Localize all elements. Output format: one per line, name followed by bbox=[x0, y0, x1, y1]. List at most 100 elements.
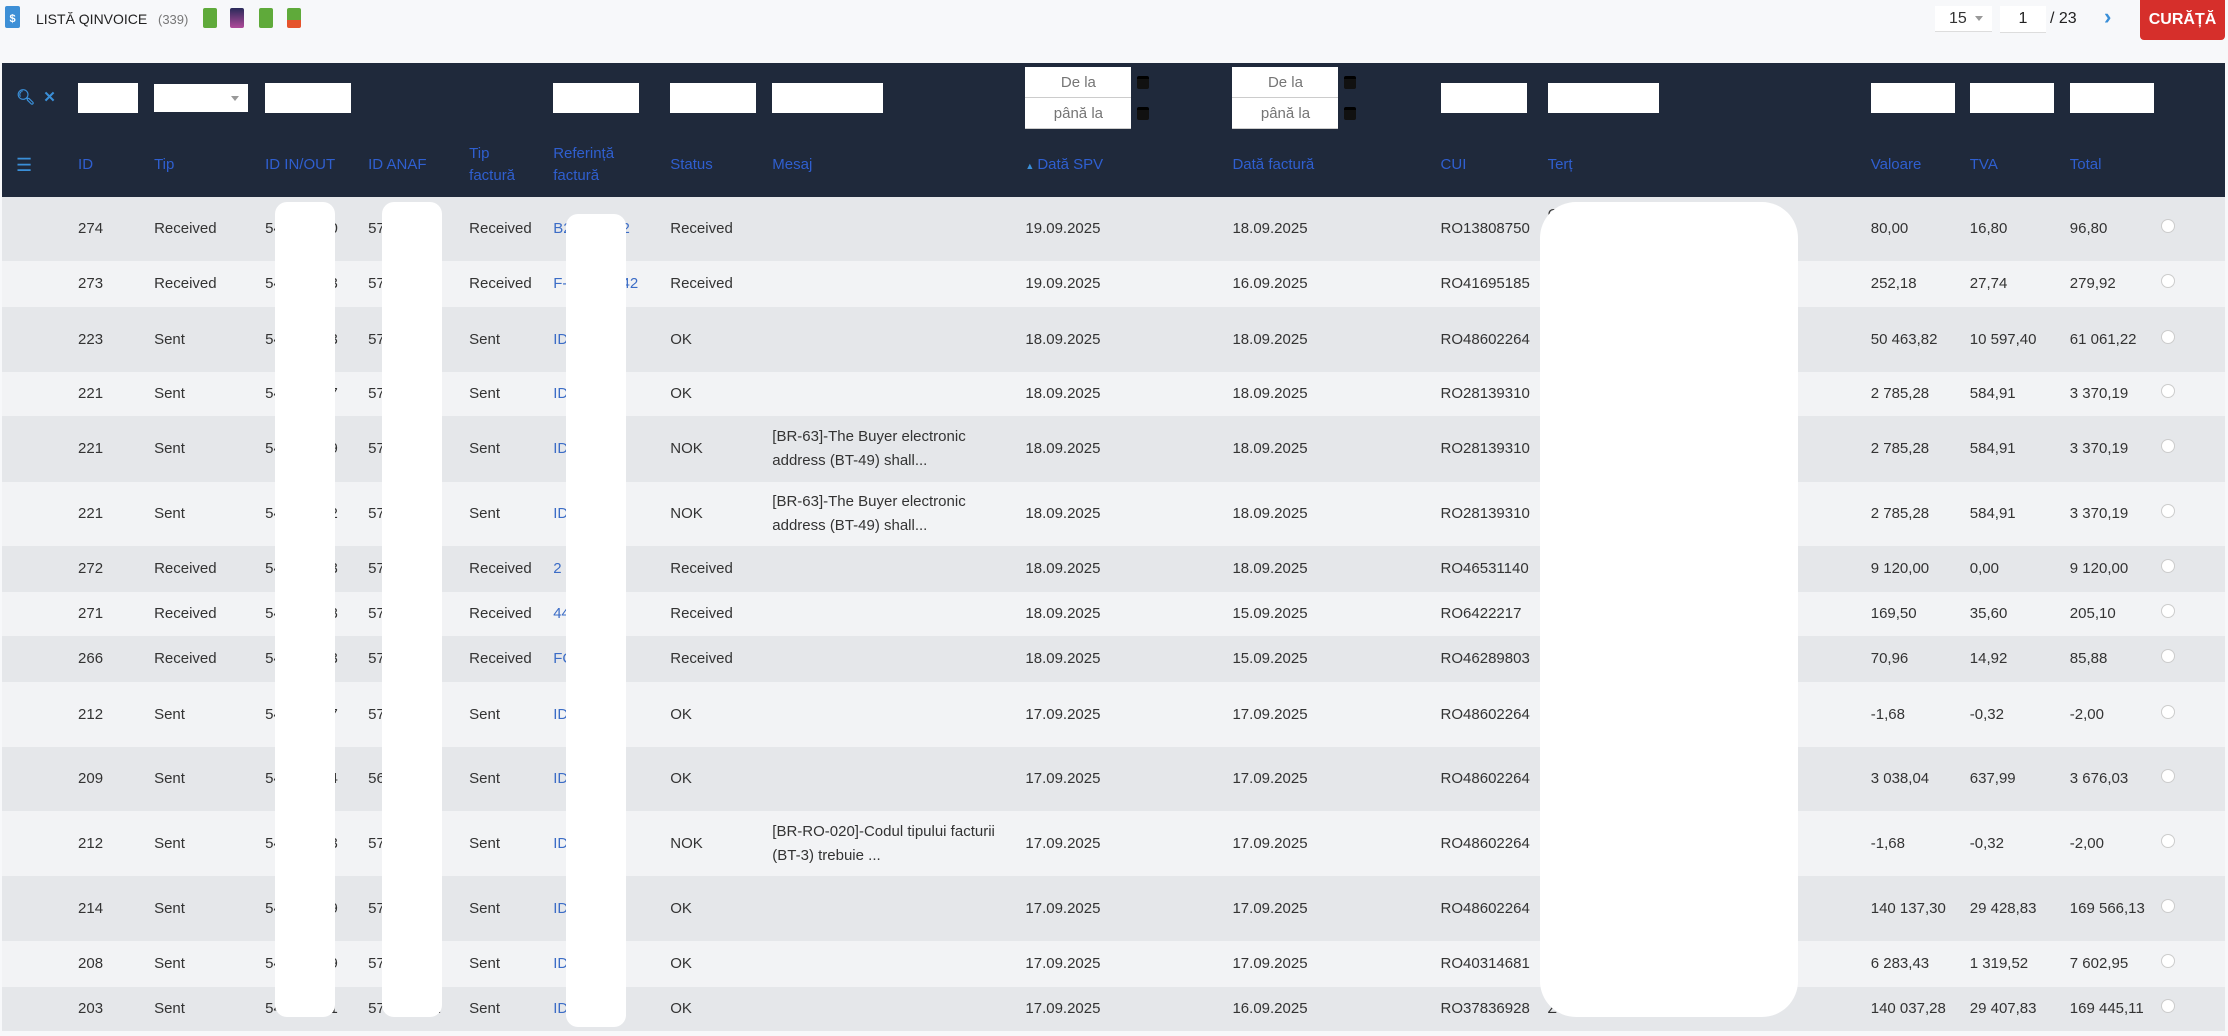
row-select-radio[interactable] bbox=[2160, 769, 2175, 783]
row-select-radio[interactable] bbox=[2160, 274, 2175, 288]
total-filter-input[interactable] bbox=[2069, 83, 2154, 113]
row-select-radio[interactable] bbox=[2160, 954, 2175, 968]
col-tert[interactable]: Terț bbox=[1548, 133, 1871, 197]
calendar-icon[interactable] bbox=[1344, 107, 1357, 120]
table-row[interactable]: 214Sent54895721SentIDOK17.09.202517.09.2… bbox=[2, 876, 2225, 941]
table-row[interactable]: 274Received5470578ReceivedB232Received19… bbox=[2, 197, 2225, 261]
row-data-spv: 18.09.2025 bbox=[1025, 505, 1101, 522]
row-tva: 0,00 bbox=[1969, 560, 1999, 577]
page-number-input[interactable] bbox=[2000, 6, 2046, 33]
valoare-filter-input[interactable] bbox=[1870, 83, 1955, 113]
calendar-icon[interactable] bbox=[1137, 76, 1150, 89]
cui-filter-input[interactable] bbox=[1440, 83, 1527, 113]
row-tip-factura: Received bbox=[469, 560, 532, 577]
spv-date-filter bbox=[1025, 67, 1150, 129]
row-select-radio[interactable] bbox=[2160, 439, 2175, 453]
row-cui: RO48602264 bbox=[1440, 705, 1530, 723]
invoice-date-from-input[interactable] bbox=[1232, 67, 1339, 98]
table-row[interactable]: 221Sent54725770SentIDNOK[BR-63]-The Buye… bbox=[2, 482, 2225, 546]
col-valoare[interactable]: Valoare bbox=[1871, 133, 1970, 197]
col-data-factura[interactable]: Dată factură bbox=[1232, 133, 1440, 197]
row-tip-factura: Received bbox=[469, 275, 532, 292]
csv-download-icon[interactable] bbox=[203, 8, 217, 28]
row-message bbox=[772, 636, 1025, 682]
row-data-spv: 17.09.2025 bbox=[1025, 955, 1101, 972]
row-cui: RO48602264 bbox=[1440, 834, 1530, 852]
table-row[interactable]: 212Sent54975705SentIDOK17.09.202517.09.2… bbox=[2, 682, 2225, 747]
col-id-anaf[interactable]: ID ANAF bbox=[368, 133, 469, 197]
row-message bbox=[772, 876, 1025, 941]
row-select-radio[interactable] bbox=[2160, 999, 2175, 1013]
column-chooser-list-icon[interactable]: ☰ bbox=[2, 133, 78, 197]
row-select-radio[interactable] bbox=[2160, 604, 2175, 618]
tip-filter-select[interactable] bbox=[154, 84, 249, 112]
row-tip: Sent bbox=[154, 1000, 185, 1017]
col-tva[interactable]: TVA bbox=[1970, 133, 2070, 197]
redaction-box bbox=[275, 202, 335, 1017]
row-valoare: 2 785,28 bbox=[1870, 505, 1930, 522]
calendar-icon[interactable] bbox=[1137, 107, 1150, 120]
row-tva: 29 428,83 bbox=[1969, 899, 2037, 917]
tva-filter-input[interactable] bbox=[1969, 83, 2054, 113]
row-select-radio[interactable] bbox=[2160, 833, 2175, 848]
col-status[interactable]: Status bbox=[670, 133, 772, 197]
reference-filter-input[interactable] bbox=[553, 83, 640, 113]
col-mesaj[interactable]: Mesaj bbox=[772, 133, 1025, 197]
table-row[interactable]: 208Sent54895735SentIDOK17.09.202517.09.2… bbox=[2, 941, 2225, 987]
page-size-select[interactable]: 15 bbox=[1935, 6, 1992, 32]
row-tva: 584,91 bbox=[1969, 385, 2016, 402]
row-select-radio[interactable] bbox=[2160, 219, 2175, 233]
row-message: [BR-63]-The Buyer electronic address (BT… bbox=[772, 493, 966, 534]
table-row[interactable]: 273Received54135771ReceivedF-842Received… bbox=[2, 261, 2225, 307]
col-total[interactable]: Total bbox=[2070, 133, 2161, 197]
col-id[interactable]: ID bbox=[78, 133, 154, 197]
tert-filter-input[interactable] bbox=[1547, 83, 1659, 113]
message-filter-input[interactable] bbox=[772, 83, 884, 113]
clear-button[interactable]: CURĂȚĂ bbox=[2140, 0, 2225, 40]
row-select-radio[interactable] bbox=[2160, 329, 2175, 344]
page-size-value: 15 bbox=[1949, 10, 1967, 27]
next-page-chevron-icon[interactable]: › bbox=[2104, 4, 2111, 30]
table-row[interactable]: 203Sent54615701SentIDOK17.09.202516.09.2… bbox=[2, 987, 2225, 1031]
calendar-icon[interactable] bbox=[1344, 76, 1357, 89]
row-tva: 637,99 bbox=[1969, 770, 2016, 787]
row-total: 3 370,19 bbox=[2069, 505, 2129, 522]
row-select-radio[interactable] bbox=[2160, 649, 2175, 663]
row-tva: 29 407,83 bbox=[1969, 1000, 2037, 1017]
table-row[interactable]: 212Sent54935731SentIDNOK[BR-RO-020]-Codu… bbox=[2, 811, 2225, 876]
table-row[interactable]: 272Received54435705Received2Received18.0… bbox=[2, 546, 2225, 592]
row-tip-factura: Sent bbox=[469, 385, 501, 402]
spv-date-from-input[interactable] bbox=[1025, 67, 1132, 98]
col-data-spv[interactable]: ▲ Dată SPV bbox=[1025, 133, 1232, 197]
table-row[interactable]: 271Received54985730Received44Received18.… bbox=[2, 592, 2225, 636]
col-id-in-out[interactable]: ID IN/OUT bbox=[265, 133, 368, 197]
close-icon[interactable]: ✕ bbox=[43, 89, 56, 106]
id-filter-input[interactable] bbox=[78, 83, 139, 113]
table-row[interactable]: 223Sent54935755SentIDOK18.09.202518.09.2… bbox=[2, 307, 2225, 372]
row-select-radio[interactable] bbox=[2160, 384, 2175, 398]
col-cui[interactable]: CUI bbox=[1441, 133, 1548, 197]
row-select-radio[interactable] bbox=[2160, 504, 2175, 518]
png-export-icon[interactable] bbox=[230, 8, 244, 28]
spv-date-to-input[interactable] bbox=[1025, 98, 1132, 129]
invoice-date-to-input[interactable] bbox=[1232, 98, 1339, 129]
row-select-radio[interactable] bbox=[2160, 559, 2175, 573]
db-csv-upload-icon[interactable] bbox=[287, 8, 301, 28]
table-row[interactable]: 221Sent54175701SentIDOK18.09.202518.09.2… bbox=[2, 372, 2225, 416]
db-csv-download-icon[interactable] bbox=[259, 8, 273, 28]
col-tip-factura[interactable]: Tip factură bbox=[469, 133, 553, 197]
table-row[interactable]: 209Sent54945602SentIDOK17.09.202517.09.2… bbox=[2, 747, 2225, 811]
table-row[interactable]: 221Sent54795739SentIDNOK[BR-63]-The Buye… bbox=[2, 416, 2225, 482]
search-icon[interactable]: 🔍︎ bbox=[16, 89, 35, 106]
col-referinta-factura[interactable]: Referință factură bbox=[553, 133, 670, 197]
status-filter-input[interactable] bbox=[670, 83, 757, 113]
table-row[interactable]: 266Received54535755ReceivedFC5Received18… bbox=[2, 636, 2225, 682]
row-message bbox=[772, 592, 1025, 636]
row-valoare: 140 037,28 bbox=[1870, 1000, 1946, 1017]
row-select-radio[interactable] bbox=[2160, 704, 2175, 719]
col-tip[interactable]: Tip bbox=[154, 133, 265, 197]
id-in-out-filter-input[interactable] bbox=[265, 83, 352, 113]
row-select-radio[interactable] bbox=[2160, 898, 2175, 913]
row-id: 271 bbox=[78, 605, 104, 622]
row-total: -2,00 bbox=[2069, 834, 2104, 852]
